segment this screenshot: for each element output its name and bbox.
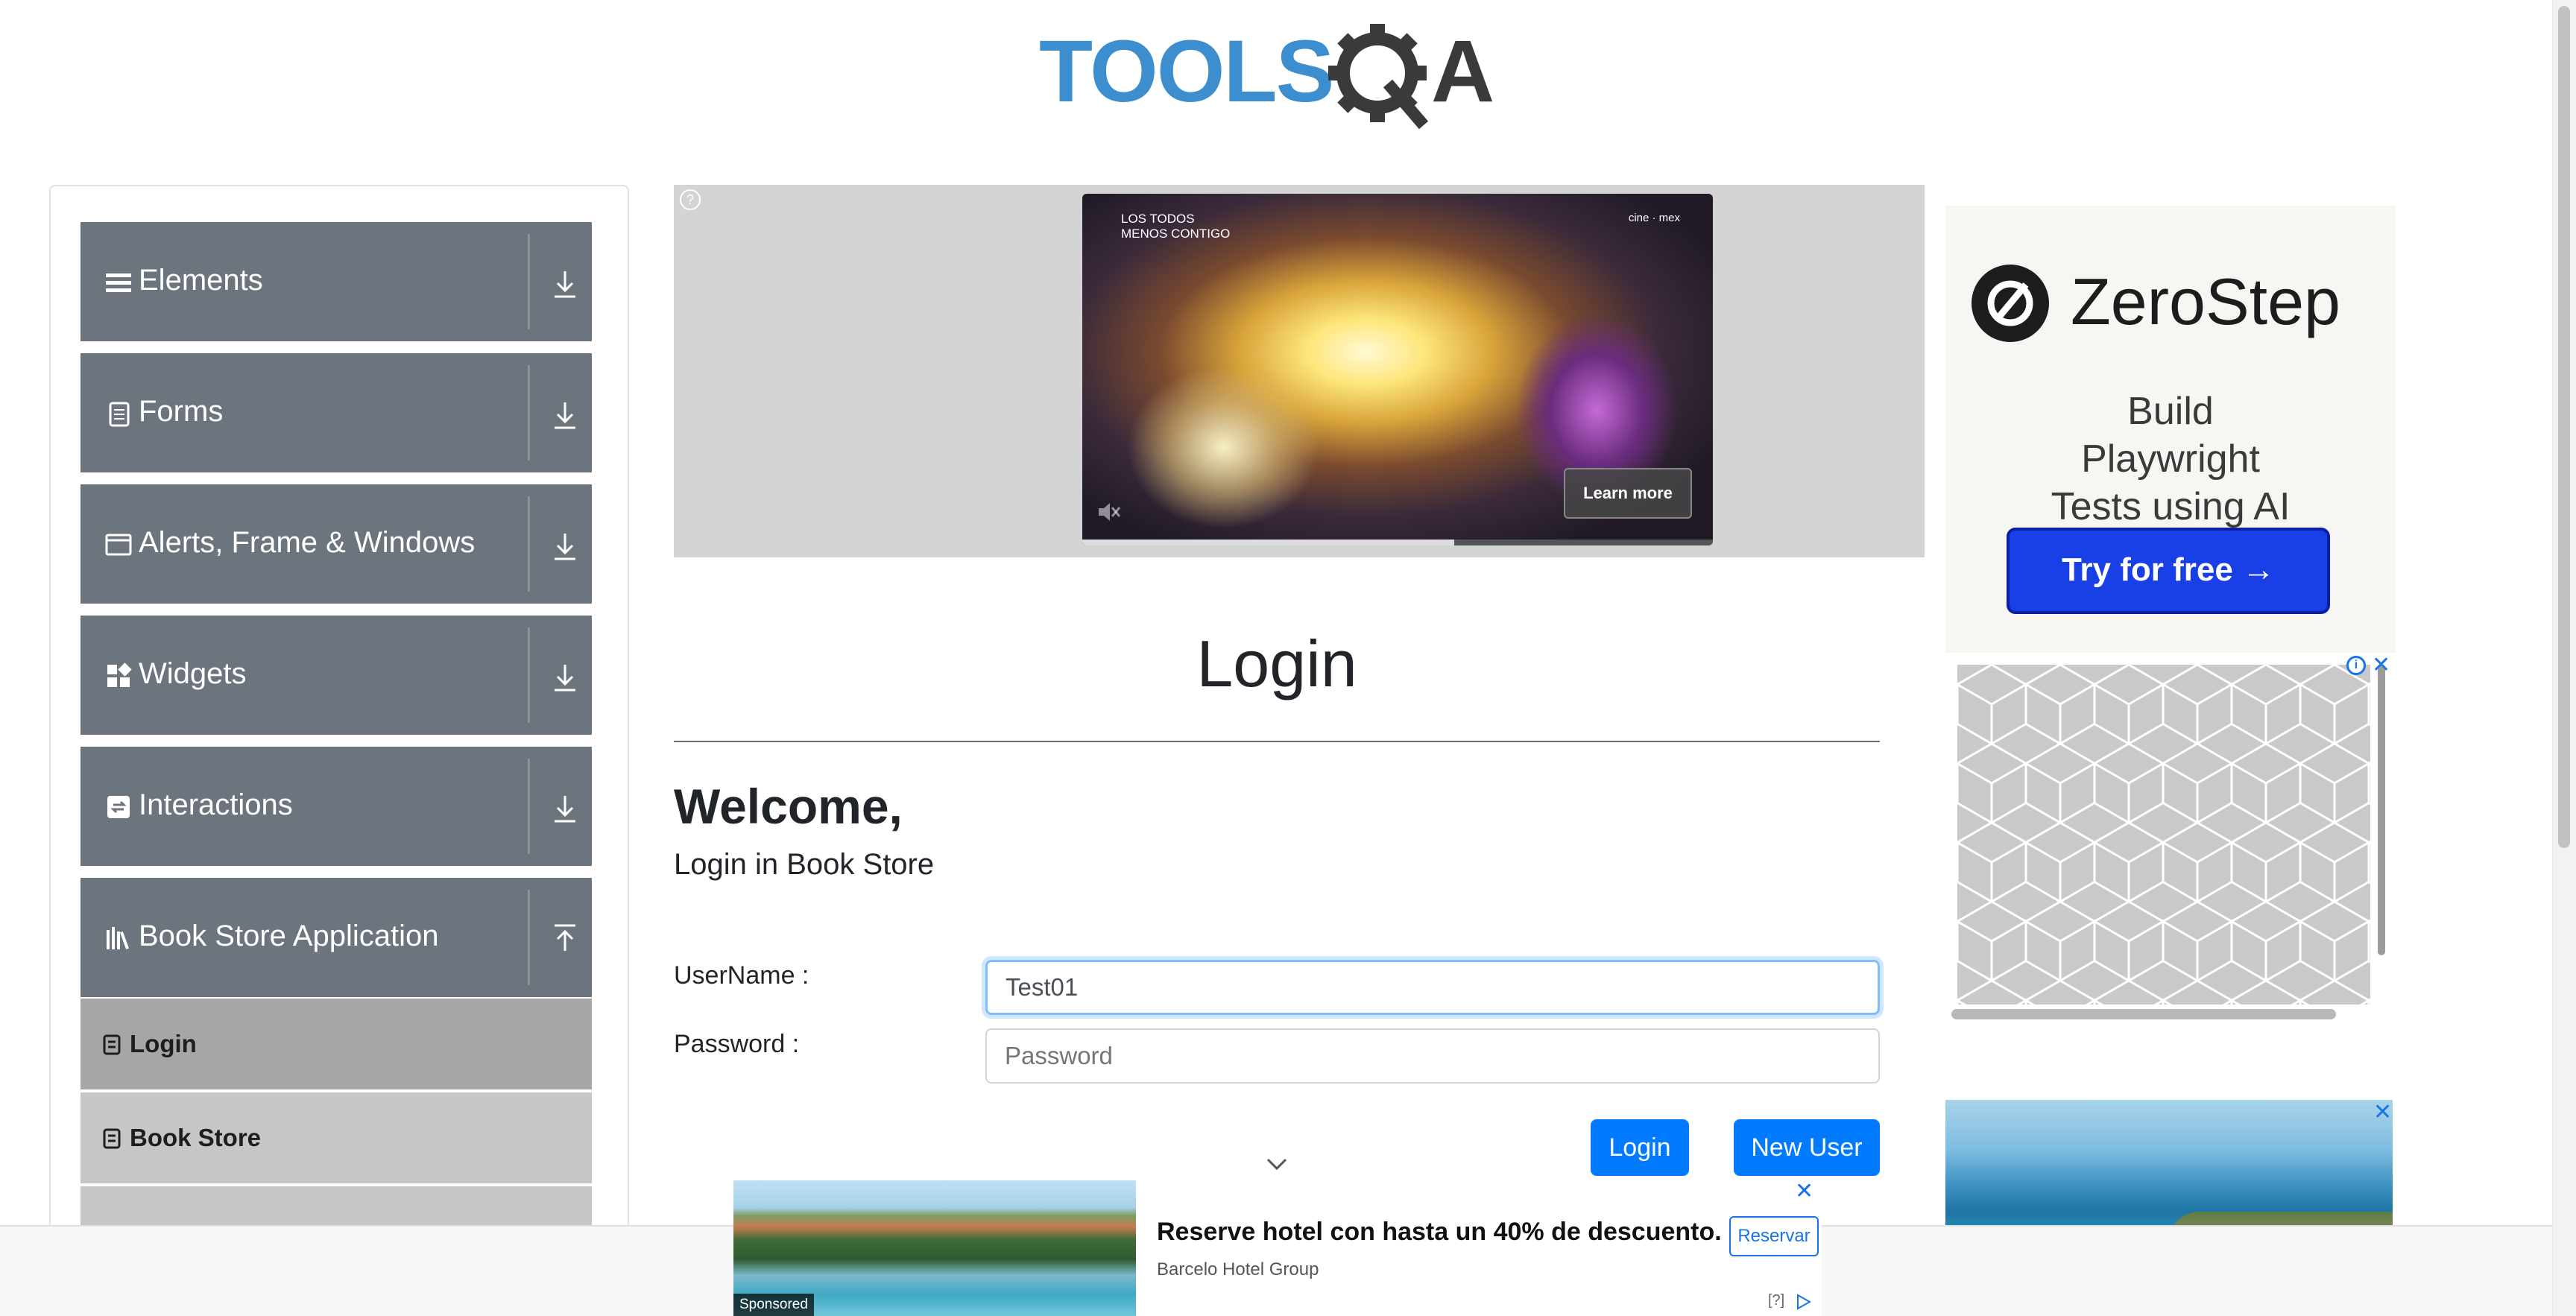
password-input[interactable] [985, 1028, 1880, 1084]
sidebar-item-label: Book Store [130, 1124, 262, 1151]
video-progress-bar[interactable] [1082, 540, 1713, 545]
hamburger-icon [106, 273, 131, 292]
video-brand: cine · mex [1628, 212, 1680, 224]
close-ad-icon[interactable]: ✕ [2372, 654, 2390, 677]
document-icon [109, 402, 130, 427]
video-frame-detail [1127, 365, 1321, 529]
password-label: Password : [674, 1030, 800, 1058]
divider [528, 627, 530, 723]
toolsqa-logo[interactable]: TOOLS A [1036, 21, 1521, 140]
divider [674, 741, 1880, 742]
zerostep-tagline: Build Playwright Tests using AI [2051, 390, 2291, 528]
sidebar-item-book-store[interactable]: Book Store [80, 1091, 592, 1183]
sidebar-group-alerts[interactable]: Alerts, Frame & Windows [80, 484, 592, 604]
sidebar-item-label: Login [130, 1030, 197, 1057]
username-label: UserName : [674, 961, 809, 990]
learn-more-button[interactable]: Learn more [1564, 468, 1692, 519]
divider [528, 365, 530, 461]
page-title: Login [1196, 627, 1357, 700]
sidebar-group-label: Forms [139, 395, 224, 428]
ad-headline[interactable]: Reserve hotel con hasta un 40% de descue… [1157, 1218, 1722, 1247]
ad-scrollbar[interactable] [2378, 665, 2385, 955]
zerostep-name: ZeroStep [2071, 265, 2340, 338]
new-user-button[interactable]: New User [1734, 1119, 1880, 1176]
ad-info-link[interactable]: [?] [1768, 1292, 1784, 1309]
zerostep-logo-icon [1972, 265, 2049, 342]
adchoices-icon[interactable] [1795, 1294, 1811, 1310]
chevron-down-icon[interactable] [1266, 1157, 1288, 1171]
close-ad-icon[interactable]: ✕ [2373, 1101, 2392, 1124]
expand-arrow-icon[interactable] [550, 660, 580, 693]
interactions-icon [107, 796, 130, 818]
ad-video[interactable]: LOS TODOS MENOS CONTIGO cine · mex Learn… [1082, 194, 1713, 545]
sidebar-group-label: Book Store Application [139, 920, 439, 952]
login-subtitle: Login in Book Store [674, 848, 935, 881]
video-ad[interactable]: ? LOS TODOS MENOS CONTIGO cine · mex Lea… [674, 185, 1925, 557]
login-button[interactable]: Login [1591, 1119, 1689, 1176]
widgets-icon [107, 662, 132, 687]
bookshelf-icon [107, 927, 129, 949]
expand-arrow-icon[interactable] [550, 267, 580, 300]
ad-scrollbar-horizontal[interactable] [1951, 1009, 2336, 1019]
ad-info-icon[interactable]: ? [680, 189, 701, 210]
zerostep-ad[interactable]: ZeroStep Build Playwright Tests using AI… [1945, 206, 2396, 653]
page-scrollbar-thumb[interactable] [2558, 6, 2570, 848]
divider [528, 234, 530, 329]
svg-text:A: A [1431, 22, 1494, 121]
reservar-button[interactable]: Reservar [1729, 1216, 1819, 1256]
expand-arrow-icon[interactable] [550, 529, 580, 562]
expand-arrow-icon[interactable] [550, 791, 580, 824]
sidebar-group-label: Alerts, Frame & Windows [139, 526, 476, 559]
sidebar-group-interactions[interactable]: Interactions [80, 747, 592, 866]
ad-advertiser: Barcelo Hotel Group [1157, 1259, 1319, 1279]
sidebar-group-label: Widgets [139, 657, 247, 690]
sidebar-group-label: Elements [139, 264, 263, 297]
sidebar-group-book-store-application[interactable]: Book Store Application [80, 878, 592, 997]
divider [528, 759, 530, 854]
try-for-free-button[interactable]: Try for free → [2007, 528, 2330, 614]
sticky-ad[interactable]: Sponsored Reserve hotel con hasta un 40%… [733, 1180, 1822, 1316]
collapse-arrow-icon[interactable] [550, 923, 580, 955]
divider [528, 496, 530, 592]
svg-text:TOOLS: TOOLS [1039, 22, 1333, 121]
username-input[interactable] [985, 960, 1880, 1015]
list-icon [103, 1034, 121, 1055]
expand-arrow-icon[interactable] [550, 398, 580, 431]
sidebar-group-label: Interactions [139, 788, 293, 821]
divider [528, 890, 530, 985]
sidebar-group-widgets[interactable]: Widgets [80, 616, 592, 735]
sponsored-label: Sponsored [733, 1294, 814, 1316]
video-progress-fill [1082, 540, 1455, 545]
close-ad-icon[interactable]: ✕ [1795, 1180, 1813, 1203]
sidebar-group-elements[interactable]: Elements [80, 222, 592, 341]
welcome-heading: Welcome, [674, 779, 903, 834]
mute-icon[interactable] [1096, 499, 1121, 525]
sidebar-item-login[interactable]: Login [80, 997, 592, 1089]
hex-pattern [1957, 665, 2370, 1005]
video-caption: LOS TODOS MENOS CONTIGO [1121, 212, 1231, 241]
list-icon [103, 1128, 121, 1149]
adchoices-icon[interactable]: i [2346, 656, 2366, 675]
window-icon [105, 534, 132, 556]
sidebar-group-forms[interactable]: Forms [80, 353, 592, 472]
pattern-ad[interactable] [1957, 665, 2370, 1005]
